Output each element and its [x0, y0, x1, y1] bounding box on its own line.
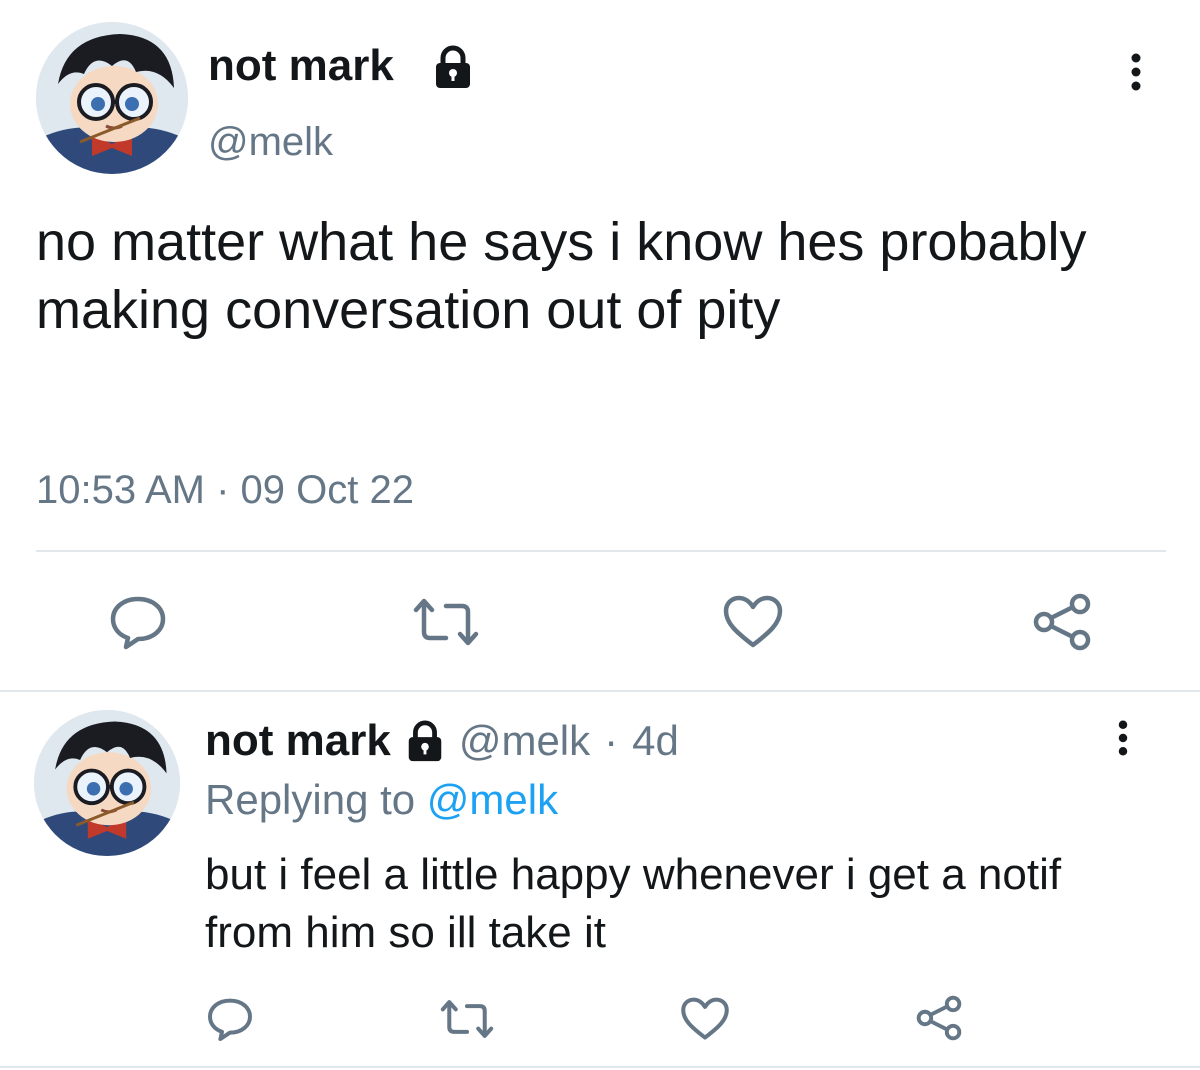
retweet-button[interactable] [410, 596, 482, 648]
reply-age[interactable]: 4d [632, 717, 679, 765]
avatar-image [36, 22, 188, 174]
profile-avatar[interactable] [36, 22, 188, 174]
reply-tweet-text: but i feel a little happy whenever i get… [205, 850, 1062, 957]
reply-display-name[interactable]: not mark [205, 716, 391, 766]
share-icon [916, 995, 962, 1041]
share-button[interactable] [914, 994, 964, 1042]
heart-icon [681, 997, 729, 1040]
tweet-timestamp[interactable]: 10:53 AM · 09 Oct 22 [36, 466, 414, 514]
tweet-separator [0, 690, 1200, 692]
display-name[interactable]: not mark [208, 40, 394, 92]
separator-dot: · [604, 717, 619, 764]
replying-to-label: Replying to [205, 776, 416, 823]
heart-icon [723, 595, 783, 648]
replying-to-line: Replying to @melk [205, 774, 558, 826]
divider [36, 550, 1166, 552]
reply-button[interactable] [206, 996, 254, 1042]
reply-icon [110, 596, 166, 650]
lock-icon [403, 719, 447, 763]
lock-icon [430, 44, 476, 90]
retweet-icon [440, 1000, 494, 1038]
more-options-icon[interactable] [1106, 718, 1140, 758]
retweet-button[interactable] [438, 998, 496, 1040]
replying-to-handle-link[interactable]: @melk [427, 776, 558, 823]
reply-profile-avatar[interactable] [34, 710, 180, 856]
like-button[interactable] [722, 594, 784, 650]
avatar-image [34, 710, 180, 856]
like-button[interactable] [680, 996, 730, 1042]
share-button[interactable] [1030, 592, 1094, 652]
reply-user-handle[interactable]: @melk [459, 717, 590, 765]
divider [0, 1066, 1200, 1068]
more-options-icon[interactable] [1118, 52, 1154, 92]
retweet-icon [413, 598, 479, 646]
reply-icon [208, 998, 252, 1041]
user-handle[interactable]: @melk [208, 118, 333, 166]
reply-button[interactable] [108, 594, 168, 650]
share-icon [1033, 593, 1091, 651]
reply-header: not mark @melk · 4d [205, 714, 679, 768]
tweet-text: no matter what he says i know hes probab… [36, 212, 1087, 340]
